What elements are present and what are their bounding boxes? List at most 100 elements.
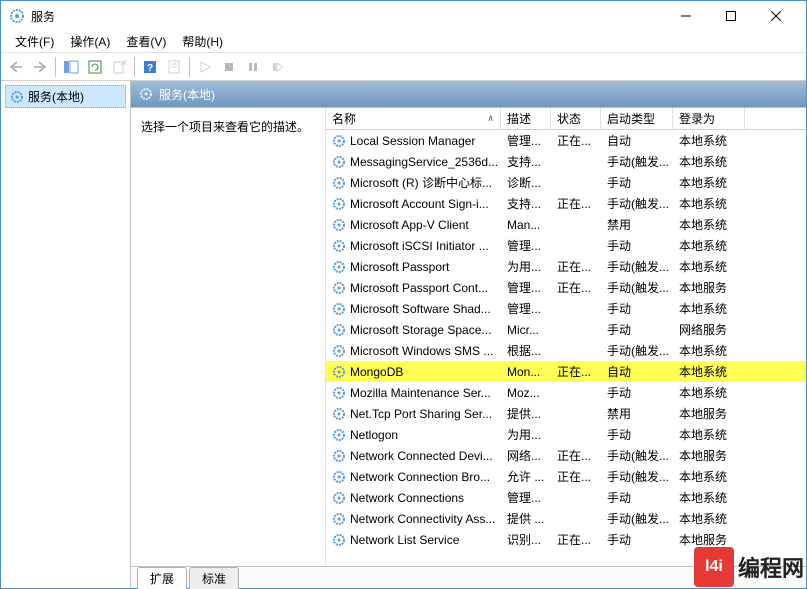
col-logon[interactable]: 登录为 [673, 108, 745, 129]
cell-desc: 允许 ... [501, 468, 551, 485]
detail-header: 服务(本地) [131, 81, 806, 107]
service-row[interactable]: Local Session Manager管理...正在...自动本地系统 [326, 130, 806, 151]
cell-startup: 手动 [601, 174, 673, 191]
menu-view[interactable]: 查看(V) [118, 31, 174, 52]
gear-icon [332, 260, 346, 274]
close-button[interactable] [753, 2, 798, 30]
cell-desc: 管理... [501, 132, 551, 149]
gear-icon [332, 512, 346, 526]
tree-node-label: 服务(本地) [28, 88, 84, 105]
gear-icon [10, 90, 24, 104]
sort-asc-icon: ∧ [487, 113, 494, 124]
gear-icon [332, 491, 346, 505]
service-row[interactable]: Microsoft Windows SMS ...根据...手动(触发...本地… [326, 340, 806, 361]
col-desc[interactable]: 描述 [501, 108, 551, 129]
pause-service-button[interactable] [242, 56, 264, 78]
service-row[interactable]: Network Connectivity Ass...提供 ...手动(触发..… [326, 508, 806, 529]
show-hide-tree-button[interactable] [60, 56, 82, 78]
service-row[interactable]: Microsoft Passport为用...正在...手动(触发...本地系统 [326, 256, 806, 277]
cell-desc: 管理... [501, 237, 551, 254]
cell-desc: Man... [501, 218, 551, 232]
cell-name: Microsoft Storage Space... [326, 323, 501, 337]
cell-startup: 禁用 [601, 216, 673, 233]
service-row[interactable]: Microsoft Storage Space...Micr...手动网络服务 [326, 319, 806, 340]
toolbar-separator [189, 57, 190, 77]
cell-desc: 管理... [501, 300, 551, 317]
properties-button[interactable] [163, 56, 185, 78]
cell-status: 正在... [551, 468, 601, 485]
tree-services-local[interactable]: 服务(本地) [5, 85, 126, 108]
service-row[interactable]: Microsoft Passport Cont...管理...正在...手动(触… [326, 277, 806, 298]
menu-help[interactable]: 帮助(H) [174, 31, 231, 52]
refresh-list-button[interactable] [84, 56, 106, 78]
gear-icon [332, 533, 346, 547]
cell-desc: 网络... [501, 447, 551, 464]
minimize-button[interactable] [663, 2, 708, 30]
cell-logon: 本地系统 [673, 363, 745, 380]
col-name[interactable]: 名称∧ [326, 108, 501, 129]
cell-desc: 支持... [501, 195, 551, 212]
col-status[interactable]: 状态 [551, 108, 601, 129]
gear-icon [332, 134, 346, 148]
detail-header-title: 服务(本地) [159, 86, 215, 103]
toolbar: ? [1, 53, 806, 81]
gear-icon [332, 281, 346, 295]
cell-startup: 手动(触发... [601, 342, 673, 359]
cell-status: 正在... [551, 447, 601, 464]
cell-name: Network Connection Bro... [326, 470, 501, 484]
help-button[interactable]: ? [139, 56, 161, 78]
service-row[interactable]: Microsoft Account Sign-i...支持...正在...手动(… [326, 193, 806, 214]
service-row[interactable]: Network Connected Devi...网络...正在...手动(触发… [326, 445, 806, 466]
cell-name: Microsoft Passport [326, 260, 501, 274]
svg-text:?: ? [147, 63, 153, 74]
nav-forward-button[interactable] [29, 56, 51, 78]
cell-desc: 根据... [501, 342, 551, 359]
gear-icon [332, 365, 346, 379]
service-row[interactable]: Microsoft App-V ClientMan...禁用本地系统 [326, 214, 806, 235]
main-area: 服务(本地) 服务(本地) 选择一个项目来查看它的描述。 名称∧ 描述 状态 启… [1, 81, 806, 588]
cell-desc: Micr... [501, 323, 551, 337]
start-service-button[interactable] [194, 56, 216, 78]
description-hint: 选择一个项目来查看它的描述。 [141, 120, 309, 134]
cell-logon: 本地系统 [673, 174, 745, 191]
service-row[interactable]: Netlogon为用...手动本地系统 [326, 424, 806, 445]
export-list-button[interactable] [108, 56, 130, 78]
cell-desc: 诊断... [501, 174, 551, 191]
watermark-text: 编程网 [738, 551, 804, 583]
nav-back-button[interactable] [5, 56, 27, 78]
cell-logon: 网络服务 [673, 321, 745, 338]
menu-file[interactable]: 文件(F) [7, 31, 62, 52]
service-row[interactable]: Net.Tcp Port Sharing Ser...提供...禁用本地服务 [326, 403, 806, 424]
cell-name: Local Session Manager [326, 134, 501, 148]
cell-desc: Moz... [501, 386, 551, 400]
restart-service-button[interactable] [266, 56, 288, 78]
cell-name: MessagingService_2536d... [326, 155, 501, 169]
service-row[interactable]: Network Connections管理...手动本地系统 [326, 487, 806, 508]
cell-startup: 手动(触发... [601, 258, 673, 275]
gear-icon [332, 239, 346, 253]
service-row[interactable]: MessagingService_2536d...支持...手动(触发...本地… [326, 151, 806, 172]
menu-action[interactable]: 操作(A) [62, 31, 118, 52]
services-list[interactable]: 名称∧ 描述 状态 启动类型 登录为 Local Session Manager… [326, 108, 806, 566]
service-row[interactable]: MongoDBMon...正在...自动本地系统 [326, 361, 806, 382]
tab-extended[interactable]: 扩展 [137, 567, 187, 589]
cell-name: Net.Tcp Port Sharing Ser... [326, 407, 501, 421]
cell-desc: 提供... [501, 405, 551, 422]
tab-standard[interactable]: 标准 [189, 567, 239, 589]
cell-startup: 自动 [601, 363, 673, 380]
service-row[interactable]: Mozilla Maintenance Ser...Moz...手动本地系统 [326, 382, 806, 403]
service-row[interactable]: Microsoft (R) 诊断中心标...诊断...手动本地系统 [326, 172, 806, 193]
col-startup[interactable]: 启动类型 [601, 108, 673, 129]
cell-desc: 管理... [501, 279, 551, 296]
service-row[interactable]: Microsoft iSCSI Initiator ...管理...手动本地系统 [326, 235, 806, 256]
cell-startup: 手动(触发... [601, 468, 673, 485]
cell-startup: 手动 [601, 489, 673, 506]
stop-service-button[interactable] [218, 56, 240, 78]
service-row[interactable]: Microsoft Software Shad...管理...手动本地系统 [326, 298, 806, 319]
cell-name: Network Connections [326, 491, 501, 505]
service-row[interactable]: Network Connection Bro...允许 ...正在...手动(触… [326, 466, 806, 487]
maximize-button[interactable] [708, 2, 753, 30]
cell-name: Microsoft Software Shad... [326, 302, 501, 316]
cell-desc: 识别... [501, 531, 551, 548]
cell-name: MongoDB [326, 365, 501, 379]
